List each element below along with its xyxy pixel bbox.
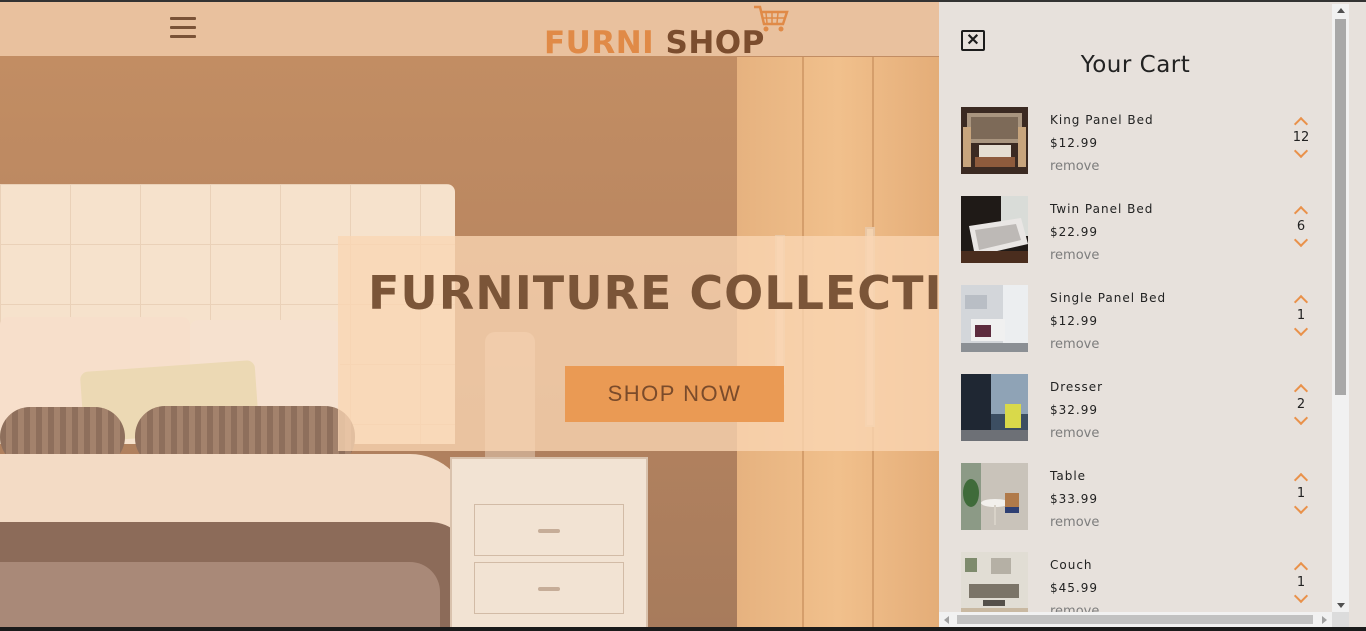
cart-item-price: $45.99 <box>1050 581 1098 595</box>
scroll-up-arrow-icon[interactable] <box>1337 8 1345 13</box>
scrollbar-corner <box>1332 612 1349 627</box>
cart-item-name: Table <box>1050 469 1087 483</box>
hero-section: FURNI SHOP FURNITURE COLLECTION SHOP NOW <box>0 2 939 627</box>
site-logo[interactable]: FURNI SHOP <box>544 26 765 60</box>
chevron-up-icon[interactable] <box>1293 294 1309 310</box>
cart-item: Single Panel Bed $12.99 remove 1 <box>961 285 1321 374</box>
chevron-up-icon[interactable] <box>1293 472 1309 488</box>
quantity-stepper: 6 <box>1286 202 1316 248</box>
cart-item-image <box>961 552 1028 612</box>
shopping-cart-icon[interactable] <box>752 4 790 34</box>
vertical-scrollbar-thumb[interactable] <box>1335 19 1346 395</box>
cart-item-price: $33.99 <box>1050 492 1098 506</box>
vertical-scrollbar[interactable] <box>1332 4 1349 612</box>
cart-item-price: $22.99 <box>1050 225 1098 239</box>
close-icon[interactable]: ✕ <box>961 30 985 51</box>
cart-item-name: Twin Panel Bed <box>1050 202 1154 216</box>
cart-title: Your Cart <box>1080 52 1191 78</box>
browser-viewport: FURNI SHOP FURNITURE COLLECTION SHOP NOW… <box>0 0 1366 627</box>
horizontal-scrollbar-thumb[interactable] <box>957 615 1313 624</box>
quantity-stepper: 2 <box>1286 380 1316 426</box>
quantity-stepper: 12 <box>1286 113 1316 159</box>
cart-item-remove-link[interactable]: remove <box>1050 515 1099 530</box>
cart-item-remove-link[interactable]: remove <box>1050 248 1099 263</box>
scroll-right-arrow-icon[interactable] <box>1322 616 1327 624</box>
hero-banner: FURNITURE COLLECTION SHOP NOW <box>338 236 939 451</box>
chevron-up-icon[interactable] <box>1293 561 1309 577</box>
cart-item-name: King Panel Bed <box>1050 113 1154 127</box>
cart-item-remove-link[interactable]: remove <box>1050 426 1099 441</box>
horizontal-scrollbar[interactable] <box>939 612 1332 627</box>
chevron-down-icon[interactable] <box>1293 232 1309 248</box>
cart-panel: ✕ Your Cart King Panel Bed $12.99 remove <box>939 2 1366 627</box>
cart-item-remove-link[interactable]: remove <box>1050 159 1099 174</box>
cart-item-image <box>961 374 1028 441</box>
chevron-down-icon[interactable] <box>1293 321 1309 337</box>
cart-item-image <box>961 196 1028 263</box>
cart-item: Twin Panel Bed $22.99 remove 6 <box>961 196 1321 285</box>
cart-item-price: $32.99 <box>1050 403 1098 417</box>
cart-item: Couch $45.99 remove 1 <box>961 552 1321 612</box>
cart-item-image <box>961 285 1028 352</box>
hero-nightstand-image <box>450 457 648 627</box>
cart-item-name: Single Panel Bed <box>1050 291 1167 305</box>
cart-item-name: Dresser <box>1050 380 1104 394</box>
quantity-stepper: 1 <box>1286 469 1316 515</box>
hero-title: FURNITURE COLLECTION <box>368 266 939 320</box>
cart-items-list: King Panel Bed $12.99 remove 12 Twin Pan… <box>961 107 1321 612</box>
chevron-up-icon[interactable] <box>1293 383 1309 399</box>
cart-item: King Panel Bed $12.99 remove 12 <box>961 107 1321 196</box>
chevron-down-icon[interactable] <box>1293 410 1309 426</box>
chevron-down-icon[interactable] <box>1293 588 1309 604</box>
cart-item-price: $12.99 <box>1050 314 1098 328</box>
chevron-up-icon[interactable] <box>1293 205 1309 221</box>
window-edge <box>1349 4 1366 627</box>
chevron-down-icon[interactable] <box>1293 143 1309 159</box>
logo-text-shop: SHOP <box>665 25 765 61</box>
scroll-left-arrow-icon[interactable] <box>944 616 949 624</box>
cart-item-image <box>961 107 1028 174</box>
scroll-down-arrow-icon[interactable] <box>1337 603 1345 608</box>
quantity-stepper: 1 <box>1286 558 1316 604</box>
cart-item: Dresser $32.99 remove 2 <box>961 374 1321 463</box>
cart-item-price: $12.99 <box>1050 136 1098 150</box>
cart-item-remove-link[interactable]: remove <box>1050 337 1099 352</box>
site-header: FURNI SHOP <box>0 2 939 60</box>
cart-item-name: Couch <box>1050 558 1093 572</box>
taskbar-strip <box>0 627 1366 631</box>
chevron-down-icon[interactable] <box>1293 499 1309 515</box>
chevron-up-icon[interactable] <box>1293 116 1309 132</box>
quantity-stepper: 1 <box>1286 291 1316 337</box>
cart-item-image <box>961 463 1028 530</box>
cart-item-remove-link[interactable]: remove <box>1050 604 1099 612</box>
logo-text-furni: FURNI <box>544 25 655 61</box>
cart-item: Table $33.99 remove 1 <box>961 463 1321 552</box>
shop-now-button[interactable]: SHOP NOW <box>565 366 784 422</box>
hamburger-menu-icon[interactable] <box>170 17 196 41</box>
